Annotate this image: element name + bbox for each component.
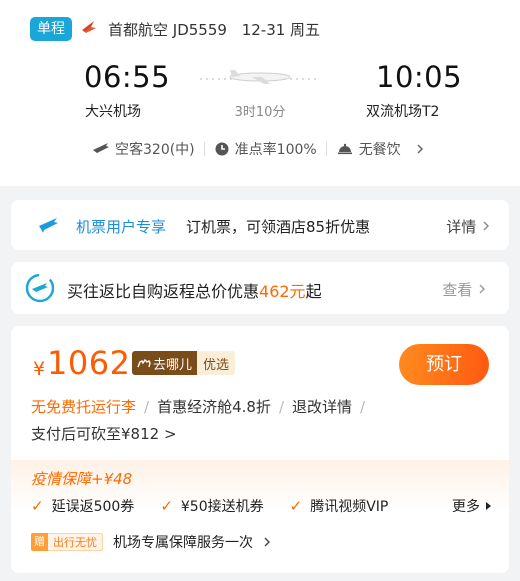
airline-logo-icon xyxy=(82,21,96,33)
qunar-brand-label: 去哪儿 xyxy=(153,357,193,373)
aircraft-item: 空客320(中) xyxy=(92,139,195,159)
promo-text-before: 买往返比自购返程总价优惠 xyxy=(67,282,260,301)
chevron-right-icon xyxy=(417,144,423,154)
promo-text: 订机票，可领酒店85折优惠 xyxy=(186,218,371,236)
round-trip-plane-icon xyxy=(25,273,55,303)
view-label: 查看 xyxy=(442,281,473,299)
benefit-label: 延误返500券 xyxy=(51,499,135,515)
trip-type-badge: 单程 xyxy=(30,17,72,41)
divider xyxy=(325,142,327,156)
plane-icon xyxy=(93,143,109,153)
benefit-item: ✓ 腾讯视频VIP xyxy=(290,496,389,516)
service-text: 机场专属保障服务一次 xyxy=(113,535,253,551)
baggage-info: 无免费托运行李 xyxy=(31,398,137,416)
currency-symbol: ¥ xyxy=(33,358,46,380)
departure-airport: 大兴机场 xyxy=(85,104,141,120)
check-icon: ✓ xyxy=(289,497,303,515)
round-trip-promo-text: 买往返比自购返程总价优惠462元起 xyxy=(67,278,322,302)
select-label: 优选 xyxy=(197,351,236,375)
promo-discount-amount: 462元 xyxy=(259,282,306,301)
triangle-right-icon xyxy=(486,502,491,510)
benefit-item: ✓ 延误返500券 xyxy=(31,496,134,516)
flight-summary-card: 单程 首都航空 JD5559 12-31 周五 06:55 10:05 大兴机场… xyxy=(0,0,520,186)
more-label: 更多 xyxy=(452,499,480,515)
meal-info: 无餐饮 xyxy=(358,142,401,158)
qunar-brand: 去哪儿 xyxy=(132,351,198,375)
airline-flight-number: 首都航空 JD5559 xyxy=(108,21,227,39)
benefit-item: ✓ ¥50接送机券 xyxy=(160,496,263,516)
airplane-icon xyxy=(39,218,58,233)
flight-duration: 3时10分 xyxy=(234,105,286,120)
round-trip-view-link[interactable]: 查看 xyxy=(442,279,487,300)
book-button[interactable]: 预订 xyxy=(399,344,489,385)
flight-path-plane-icon xyxy=(200,70,320,84)
qunar-select-badge: 去哪儿 优选 xyxy=(132,351,236,375)
benefits-more-button[interactable]: 更多 xyxy=(452,496,491,516)
round-trip-promo[interactable]: 买往返比自购返程总价优惠462元起 查看 xyxy=(11,262,509,314)
meal-cloche-icon xyxy=(337,143,352,155)
benefits-row: ✓ 延误返500券 ✓ ¥50接送机券 ✓ 腾讯视频VIP 更多 xyxy=(31,496,491,516)
divider: / xyxy=(278,398,284,416)
chevron-right-icon xyxy=(479,284,485,294)
promo-text-after: 起 xyxy=(305,282,322,301)
meal-item: 无餐饮 xyxy=(336,139,401,159)
cabin-class: 首惠经济舱4.8折 xyxy=(157,398,271,416)
arrival-time: 10:05 xyxy=(376,60,463,94)
on-time-rate: 准点率100% xyxy=(234,142,317,158)
aircraft-type: 空客320(中) xyxy=(115,142,195,158)
price-cut-link[interactable]: 支付后可砍至¥812 > xyxy=(31,423,177,444)
fare-offer-card[interactable]: ¥ 1062 去哪儿 优选 预订 无免费托运行李 / 首惠经济舱4.8折 / 退改详情 /… xyxy=(11,326,509,573)
worry-free-tag: 出行无忧 xyxy=(48,533,103,551)
epidemic-protection-section[interactable]: 疫情保障+¥48 ✓ 延误返500券 ✓ ¥50接送机券 ✓ 腾讯视频VIP 更多 赠… xyxy=(11,460,509,573)
divider xyxy=(203,142,205,156)
refund-details-link[interactable]: 退改详情 xyxy=(292,398,352,416)
departure-time: 06:55 xyxy=(84,60,171,94)
divider: / xyxy=(360,398,366,416)
fare-price: 1062 xyxy=(47,344,131,382)
gift-tag: 赠 xyxy=(31,533,48,551)
flight-meta-row[interactable]: 空客320(中) 准点率100% 无餐饮 xyxy=(92,138,432,160)
protection-title: 疫情保障+¥48 xyxy=(31,470,133,488)
benefit-label: ¥50接送机券 xyxy=(180,499,264,515)
check-icon: ✓ xyxy=(160,497,173,515)
promo-details-label: 详情 xyxy=(446,218,477,236)
flight-date: 12-31 周五 xyxy=(241,21,321,39)
arrival-airport: 双流机场T2 xyxy=(366,104,440,120)
clock-icon xyxy=(215,142,229,156)
check-icon: ✓ xyxy=(31,497,44,515)
divider: / xyxy=(144,398,150,416)
on-time-item: 准点率100% xyxy=(214,139,317,159)
promo-details-link[interactable]: 详情 xyxy=(446,216,491,237)
promo-tag: 机票用户专享 xyxy=(76,218,167,236)
camel-icon xyxy=(137,358,151,368)
chevron-right-icon xyxy=(264,537,270,547)
airline-flight-date: 首都航空 JD5559 12-31 周五 xyxy=(108,19,320,40)
hotel-discount-promo[interactable]: 机票用户专享 订机票，可领酒店85折优惠 详情 xyxy=(11,200,509,250)
airport-service-row[interactable]: 赠出行无忧 机场专属保障服务一次 xyxy=(31,532,273,552)
fare-rules-row: 无免费托运行李 / 首惠经济舱4.8折 / 退改详情 / xyxy=(31,396,373,417)
benefit-label: 腾讯视频VIP xyxy=(310,499,389,515)
chevron-right-icon xyxy=(483,221,489,231)
